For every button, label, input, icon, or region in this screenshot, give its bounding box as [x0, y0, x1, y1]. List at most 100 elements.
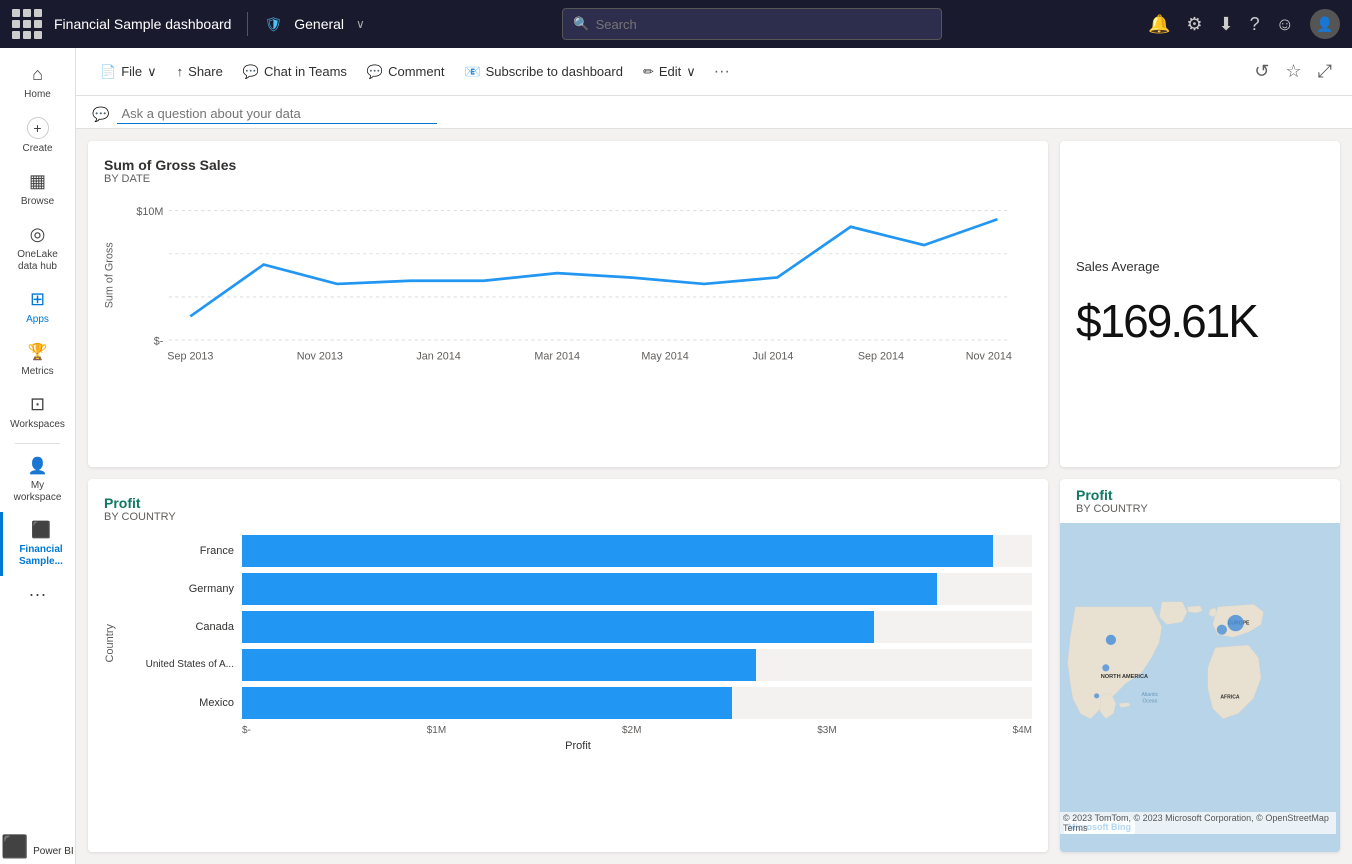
waffle-menu[interactable] — [12, 9, 42, 39]
top-nav: Financial Sample dashboard 🛡 General ∨ 🔍… — [0, 0, 1352, 48]
bar-track-canada — [242, 611, 1032, 643]
bar-chart-title: Profit — [104, 495, 1032, 511]
x-label-2: $2M — [622, 725, 641, 736]
sidebar-label-browse: Browse — [21, 196, 54, 208]
fullscreen-icon[interactable]: ⤢ — [1314, 57, 1336, 86]
sidebar-item-workspaces[interactable]: ⊡ Workspaces — [0, 386, 75, 439]
metrics-icon: 🏆 — [28, 342, 48, 362]
sidebar-item-financial[interactable]: ⬛ FinancialSample... — [3, 512, 75, 576]
onelake-icon: ◎ — [30, 224, 46, 245]
file-chevron: ∨ — [147, 64, 157, 80]
sidebar-item-create[interactable]: + Create — [0, 109, 75, 163]
qa-input[interactable] — [117, 104, 437, 124]
powerbi-label: Power BI — [33, 846, 74, 857]
sales-avg-value: $169.61K — [1076, 294, 1257, 348]
sidebar-label-metrics: Metrics — [21, 366, 53, 378]
edit-chevron: ∨ — [686, 64, 696, 80]
sidebar-item-metrics[interactable]: 🏆 Metrics — [0, 334, 75, 386]
edit-label: Edit — [659, 64, 681, 79]
sidebar-label-home: Home — [24, 89, 51, 101]
search-icon: 🔍 — [573, 16, 589, 32]
comment-button[interactable]: 💬 Comment — [359, 59, 453, 85]
settings-icon[interactable]: ⚙ — [1186, 14, 1202, 35]
svg-text:Nov 2014: Nov 2014 — [966, 350, 1012, 361]
qa-icon: 💬 — [92, 106, 109, 123]
download-icon[interactable]: ⬇ — [1219, 14, 1234, 35]
edit-button[interactable]: ✏ Edit ∨ — [635, 59, 704, 85]
home-icon: ⌂ — [32, 64, 43, 85]
bar-track-germany — [242, 573, 1032, 605]
nav-divider — [247, 12, 248, 36]
workspace-name[interactable]: General — [294, 16, 344, 32]
comment-label: Comment — [388, 64, 444, 79]
sidebar-item-onelake[interactable]: ◎ OneLakedata hub — [0, 216, 75, 281]
financial-icon: ⬛ — [31, 520, 51, 540]
map-svg: NORTH AMERICA EUROPE AFRICA Atlantic Oce… — [1060, 523, 1340, 838]
sidebar-item-home[interactable]: ⌂ Home — [0, 56, 75, 109]
sidebar-label-myworkspace: Myworkspace — [14, 480, 62, 504]
x-label-1: $1M — [427, 725, 446, 736]
bar-label-france: France — [124, 545, 234, 557]
bar-fill-germany — [242, 573, 937, 605]
x-label-3: $3M — [817, 725, 836, 736]
bar-label-germany: Germany — [124, 583, 234, 595]
sales-avg-card: Sales Average $169.61K — [1060, 141, 1340, 467]
map-subtitle: BY COUNTRY — [1076, 503, 1324, 515]
workspace-chevron[interactable]: ∨ — [356, 17, 365, 31]
bar-row-usa: United States of A... — [124, 649, 1032, 681]
subscribe-button[interactable]: 📧 Subscribe to dashboard — [456, 59, 631, 85]
bar-row-canada: Canada — [124, 611, 1032, 643]
line-chart-card: Sum of Gross Sales BY DATE $10M $- Sum o… — [88, 141, 1048, 467]
svg-text:Mar 2014: Mar 2014 — [534, 350, 580, 361]
sidebar-item-myworkspace[interactable]: 👤 Myworkspace — [0, 448, 75, 512]
search-input[interactable] — [596, 17, 932, 32]
file-button[interactable]: 📄 File ∨ — [92, 59, 165, 85]
bar-row-germany: Germany — [124, 573, 1032, 605]
map-credit: © 2023 TomTom, © 2023 Microsoft Corporat… — [1060, 812, 1336, 834]
sidebar-item-financial-active[interactable]: ⬛ FinancialSample... — [0, 512, 75, 576]
svg-text:NORTH AMERICA: NORTH AMERICA — [1101, 674, 1148, 680]
sidebar-label-apps: Apps — [26, 314, 49, 326]
share-label: Share — [188, 64, 223, 79]
powerbi-icon: ⬛ — [1, 834, 28, 859]
svg-text:Sep 2014: Sep 2014 — [858, 350, 904, 361]
sidebar-item-browse[interactable]: ▦ Browse — [0, 163, 75, 216]
dashboard: Sum of Gross Sales BY DATE $10M $- Sum o… — [76, 129, 1352, 864]
myworkspace-icon: 👤 — [28, 456, 48, 476]
refresh-icon[interactable]: ↺ — [1250, 57, 1273, 86]
edit-icon: ✏ — [643, 64, 654, 80]
sidebar-item-apps[interactable]: ⊞ Apps — [0, 281, 75, 334]
line-chart-subtitle: BY DATE — [104, 173, 1032, 185]
bar-label-mexico: Mexico — [124, 697, 234, 709]
app-title: Financial Sample dashboard — [54, 16, 231, 32]
bell-icon[interactable]: 🔔 — [1148, 14, 1170, 35]
bar-track-usa — [242, 649, 1032, 681]
bar-chart-xaxis: $- $1M $2M $3M $4M — [124, 725, 1032, 736]
svg-text:May 2014: May 2014 — [641, 350, 688, 361]
line-chart-svg: $10M $- Sum of Gross Sep 2013 Nov 2013 J… — [104, 189, 1032, 362]
bar-chart-y-label: Country — [104, 624, 116, 663]
qa-bar: 💬 — [76, 96, 1352, 129]
feedback-icon[interactable]: ☺ — [1276, 14, 1294, 35]
file-label: File — [121, 64, 142, 79]
share-icon: ↑ — [177, 64, 184, 79]
more-options-button[interactable]: ··· — [708, 59, 736, 85]
search-bar[interactable]: 🔍 — [562, 8, 942, 40]
sidebar-item-more[interactable]: ··· — [0, 576, 75, 613]
svg-text:$-: $- — [154, 335, 164, 347]
map-header: Profit BY COUNTRY — [1060, 479, 1340, 523]
bar-row-france: France — [124, 535, 1032, 567]
favorite-icon[interactable]: ☆ — [1281, 57, 1305, 86]
sidebar-label-workspaces: Workspaces — [10, 419, 65, 431]
comment-icon: 💬 — [367, 64, 383, 80]
svg-text:AFRICA: AFRICA — [1220, 694, 1240, 700]
help-icon[interactable]: ? — [1250, 14, 1260, 35]
file-icon: 📄 — [100, 64, 116, 80]
bar-row-mexico: Mexico — [124, 687, 1032, 719]
browse-icon: ▦ — [29, 171, 46, 192]
bar-chart-bars: France Germany Canada — [124, 535, 1032, 752]
teams-icon: 💬 — [243, 64, 259, 80]
chat-button[interactable]: 💬 Chat in Teams — [235, 59, 355, 85]
share-button[interactable]: ↑ Share — [169, 59, 231, 84]
avatar[interactable]: 👤 — [1310, 9, 1340, 39]
